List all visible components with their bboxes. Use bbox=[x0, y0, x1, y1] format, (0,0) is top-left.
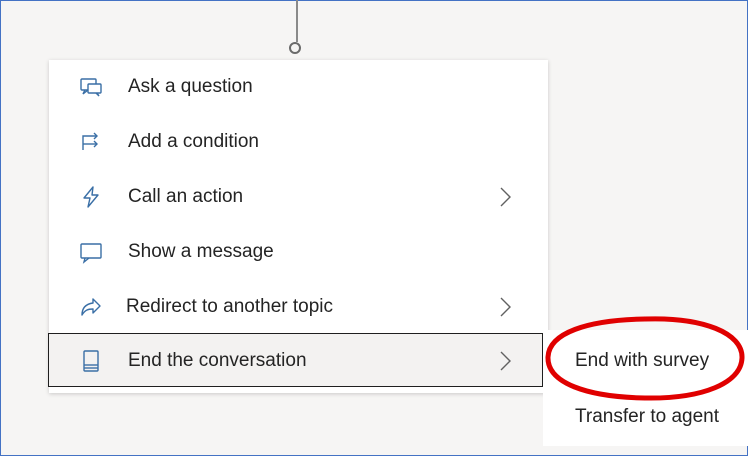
end-conversation-icon bbox=[79, 349, 103, 373]
menu-item-label: Redirect to another topic bbox=[126, 296, 334, 317]
menu-item-label: Call an action bbox=[128, 186, 244, 207]
chevron-right-icon bbox=[497, 185, 513, 209]
menu-item-end-conversation[interactable]: End the conversation bbox=[48, 333, 543, 387]
add-node-handle[interactable] bbox=[289, 42, 301, 54]
lightning-icon bbox=[79, 185, 103, 209]
flow-connector-line bbox=[296, 0, 298, 42]
redirect-arrow-icon bbox=[79, 295, 103, 319]
ask-question-icon bbox=[79, 75, 103, 99]
condition-branch-icon bbox=[79, 130, 103, 154]
chevron-right-icon bbox=[497, 349, 513, 373]
menu-item-label: Add a condition bbox=[128, 131, 259, 152]
submenu-item-transfer-to-agent[interactable]: Transfer to agent bbox=[575, 406, 719, 428]
menu-item-call-action[interactable]: Call an action bbox=[49, 170, 548, 224]
menu-item-label: End the conversation bbox=[128, 350, 307, 371]
message-icon bbox=[79, 240, 103, 264]
menu-item-label: Show a message bbox=[128, 241, 274, 262]
menu-item-redirect-topic[interactable]: Redirect to another topic bbox=[49, 280, 548, 334]
menu-item-add-condition[interactable]: Add a condition bbox=[49, 115, 548, 169]
add-node-menu: Ask a question Add a condition Call an a… bbox=[48, 60, 548, 393]
chevron-right-icon bbox=[497, 295, 513, 319]
menu-item-show-message[interactable]: Show a message bbox=[49, 225, 548, 279]
menu-item-label: Ask a question bbox=[128, 76, 253, 97]
annotation-highlight-ellipse bbox=[543, 313, 747, 403]
menu-item-ask-question[interactable]: Ask a question bbox=[49, 60, 548, 114]
